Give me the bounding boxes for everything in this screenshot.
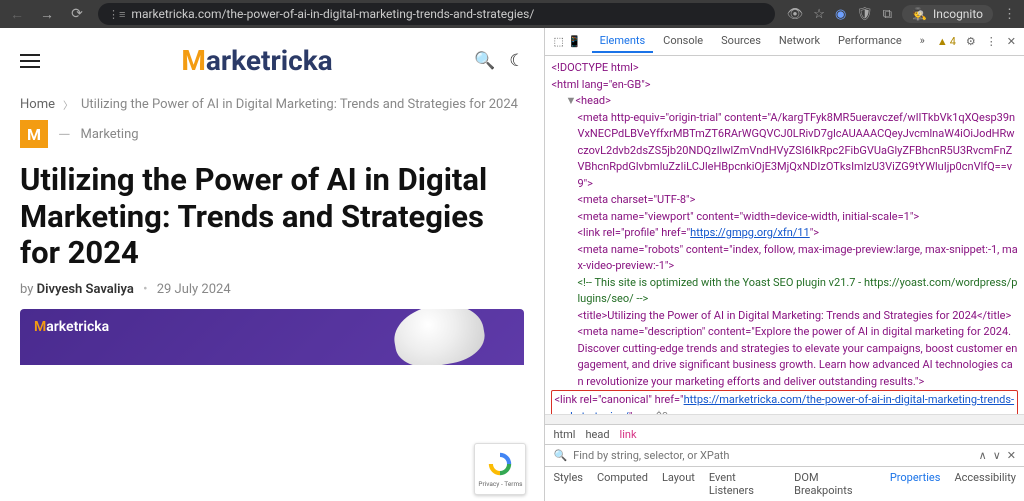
tab-styles[interactable]: Styles	[553, 471, 583, 497]
tab-performance[interactable]: Performance	[830, 30, 910, 53]
category-name[interactable]: Marketing	[81, 127, 139, 142]
category-badge[interactable]: M	[20, 120, 48, 148]
code-line[interactable]: <!-- This site is optimized with the Yoa…	[551, 275, 1018, 308]
browser-toolbar: ← → ⟳ ⋮≡ marketricka.com/the-power-of-ai…	[0, 0, 1024, 28]
menu-toggle[interactable]	[20, 50, 40, 72]
publish-date: 29 July 2024	[157, 282, 231, 297]
extension-icon[interactable]: ◉	[835, 7, 846, 22]
crumb-head[interactable]: head	[585, 428, 609, 441]
code-line[interactable]: <meta name="description" content="Explor…	[551, 324, 1018, 390]
tab-network[interactable]: Network	[771, 30, 828, 53]
byline: by Divyesh Savaliya • 29 July 2024	[0, 282, 544, 309]
cancel-search-icon[interactable]: ✕	[1007, 449, 1016, 462]
address-bar[interactable]: ⋮≡ marketricka.com/the-power-of-ai-in-di…	[98, 3, 775, 25]
menu-icon[interactable]: ⋮	[1003, 7, 1016, 22]
page-title: Utilizing the Power of AI in Digital Mar…	[0, 148, 544, 282]
incognito-icon: 🕵	[912, 7, 927, 21]
eye-off-icon[interactable]: 👁	[787, 7, 804, 22]
page-content: Marketricka 🔍 ☾ Home 〉 Utilizing the Pow…	[0, 28, 544, 501]
screenshot-icon[interactable]: ⧉	[883, 7, 892, 22]
incognito-badge: 🕵 Incognito	[902, 5, 993, 23]
code-line[interactable]: <title>Utilizing the Power of AI in Digi…	[551, 308, 1018, 325]
code-line[interactable]: ▼<head>	[551, 93, 1018, 110]
crumb-link[interactable]: link	[620, 428, 637, 441]
search-input[interactable]	[573, 449, 972, 462]
robot-graphic	[390, 309, 489, 365]
dark-mode-icon[interactable]: ☾	[509, 51, 524, 71]
site-logo[interactable]: Marketricka	[181, 44, 332, 77]
dom-breadcrumb: html head link	[545, 424, 1024, 444]
forward-button[interactable]: →	[38, 5, 56, 23]
shield-icon[interactable]: 🛡	[856, 7, 873, 22]
code-line[interactable]: <html lang="en-GB">	[551, 77, 1018, 94]
devtools-toolbar: ⬚ 📱 Elements Console Sources Network Per…	[545, 28, 1024, 56]
url-text: marketricka.com/the-power-of-ai-in-digit…	[131, 7, 534, 21]
code-line[interactable]: <!DOCTYPE html>	[551, 60, 1018, 77]
horizontal-scrollbar[interactable]	[545, 414, 1024, 424]
settings-icon[interactable]: ⚙	[966, 35, 976, 48]
tab-layout[interactable]: Layout	[662, 471, 695, 497]
breadcrumb: Home 〉 Utilizing the Power of AI in Digi…	[0, 93, 544, 120]
more-icon[interactable]: ⋮	[986, 35, 997, 48]
breadcrumb-current: Utilizing the Power of AI in Digital Mar…	[81, 97, 518, 112]
tab-computed[interactable]: Computed	[597, 471, 648, 497]
breadcrumb-home[interactable]: Home	[20, 97, 55, 112]
author-link[interactable]: Divyesh Savaliya	[37, 282, 134, 297]
code-line[interactable]: <meta charset="UTF-8">	[551, 192, 1018, 209]
back-button[interactable]: ←	[8, 5, 26, 23]
tab-more[interactable]: »	[912, 30, 933, 53]
code-line[interactable]: <meta http-equiv="origin-trial" content=…	[551, 110, 1018, 193]
chevron-right-icon: 〉	[63, 97, 73, 112]
prev-match-icon[interactable]: ∧	[979, 449, 987, 462]
tab-accessibility[interactable]: Accessibility	[954, 471, 1016, 497]
close-icon[interactable]: ✕	[1007, 35, 1016, 48]
reload-button[interactable]: ⟳	[68, 5, 86, 23]
tab-properties[interactable]: Properties	[890, 471, 941, 497]
inspect-icon[interactable]: ⬚	[553, 35, 563, 48]
next-match-icon[interactable]: ∨	[993, 449, 1001, 462]
recaptcha-badge[interactable]: Privacy - Terms	[474, 443, 526, 495]
warnings-badge[interactable]: ▲4	[937, 35, 956, 48]
code-line[interactable]: <link rel="profile" href="https://gmpg.o…	[551, 225, 1018, 242]
tab-event-listeners[interactable]: Event Listeners	[709, 471, 780, 497]
crumb-html[interactable]: html	[553, 428, 575, 441]
tab-console[interactable]: Console	[655, 30, 711, 53]
tab-sources[interactable]: Sources	[713, 30, 769, 53]
code-line[interactable]: <meta name="robots" content="index, foll…	[551, 242, 1018, 275]
styles-tabs: Styles Computed Layout Event Listeners D…	[545, 466, 1024, 501]
elements-tree[interactable]: <!DOCTYPE html> <html lang="en-GB"> ▼<he…	[545, 56, 1024, 414]
tab-elements[interactable]: Elements	[592, 30, 654, 53]
devtools-panel: ⬚ 📱 Elements Console Sources Network Per…	[544, 28, 1024, 501]
bookmark-icon[interactable]: ☆	[813, 7, 825, 22]
hero-image: Marketricka	[20, 309, 524, 365]
device-icon[interactable]: 📱	[568, 35, 582, 48]
search-icon[interactable]: 🔍	[474, 51, 495, 71]
site-info-icon[interactable]: ⋮≡	[108, 8, 125, 21]
search-bar: 🔍 ∧ ∨ ✕	[545, 444, 1024, 466]
selected-element[interactable]: <link rel="canonical" href="https://mark…	[551, 390, 1018, 414]
search-icon: 🔍	[553, 449, 567, 462]
tab-dom-breakpoints[interactable]: DOM Breakpoints	[794, 471, 876, 497]
code-line[interactable]: <meta name="viewport" content="width=dev…	[551, 209, 1018, 226]
